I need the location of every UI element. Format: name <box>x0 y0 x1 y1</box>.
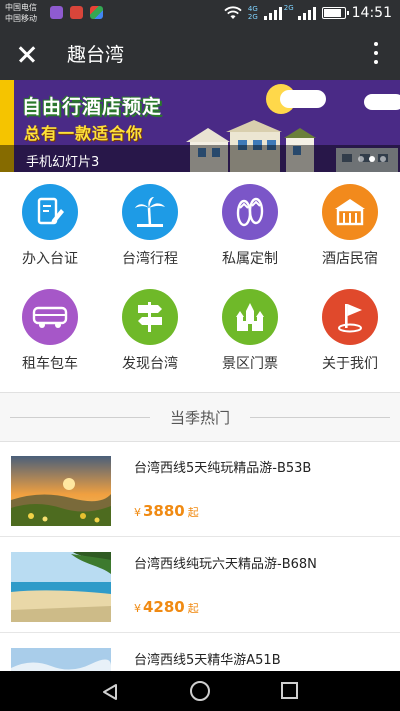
menu-item-car-rental[interactable]: 租车包车 <box>0 277 100 381</box>
category-grid: 办入台证 台湾行程 私属定制 酒店民宿 租车包车 发现台湾 景区门票 关于我们 <box>0 172 400 392</box>
menu-item-label: 台湾行程 <box>122 251 178 267</box>
price-value: 4280 <box>143 598 185 616</box>
price-currency: ¥ <box>134 602 141 615</box>
carousel-dot-active[interactable] <box>369 156 375 162</box>
signal-icon-secondary <box>297 6 316 20</box>
carousel-dot[interactable] <box>358 156 364 162</box>
network-type-secondary: 2G <box>283 4 294 12</box>
clock: 14:51 <box>351 5 392 21</box>
menu-item-label: 租车包车 <box>22 356 78 372</box>
menu-item-label: 办入台证 <box>22 251 78 267</box>
menu-item-hotel[interactable]: 酒店民宿 <box>300 172 400 276</box>
notification-icons <box>50 6 103 19</box>
palm-tree-icon <box>122 184 178 240</box>
back-icon[interactable] <box>100 682 120 702</box>
divider <box>250 417 390 418</box>
menu-item-label: 发现台湾 <box>122 356 178 372</box>
menu-item-label: 酒店民宿 <box>322 251 378 267</box>
carrier-info: 中国电信 中国移动 <box>5 2 37 24</box>
notification-app-icon <box>70 6 83 19</box>
bus-icon <box>22 289 78 345</box>
carousel-dots[interactable] <box>358 156 386 162</box>
price-suffix: 起 <box>187 602 199 615</box>
castle-icon <box>222 289 278 345</box>
network-type: 4G 2G <box>248 5 258 21</box>
cloud-icon <box>280 90 326 108</box>
page-title: 趣台湾 <box>67 44 125 66</box>
system-nav-bar <box>0 671 400 711</box>
cloud-icon <box>364 94 400 110</box>
notification-app-icon <box>90 6 103 19</box>
carousel-dot[interactable] <box>380 156 386 162</box>
banner-caption-bar: 手机幻灯片3 <box>0 145 400 172</box>
product-thumbnail <box>11 456 111 526</box>
product-title: 台湾西线纯玩六天精品游-B68N <box>134 557 317 572</box>
status-right: 4G 2G 2G 14:51 <box>224 4 392 22</box>
battery-icon <box>321 7 349 19</box>
wifi-icon <box>224 6 242 19</box>
carrier-1: 中国电信 <box>5 3 37 12</box>
signpost-icon <box>122 289 178 345</box>
banner-headline: 自由行酒店预定 <box>22 96 163 118</box>
home-icon[interactable] <box>190 681 210 701</box>
menu-item-tickets[interactable]: 景区门票 <box>200 277 300 381</box>
product-thumbnail <box>11 552 111 622</box>
product-title: 台湾西线5天纯玩精品游-B53B <box>134 461 312 476</box>
status-bar: 中国电信 中国移动 4G 2G 2G 14:51 <box>0 0 400 26</box>
more-options-icon[interactable] <box>366 39 386 67</box>
menu-item-custom[interactable]: 私属定制 <box>200 172 300 276</box>
menu-item-label: 景区门票 <box>222 356 278 372</box>
network-type-top: 4G <box>247 5 258 13</box>
menu-item-discover[interactable]: 发现台湾 <box>100 277 200 381</box>
recent-apps-icon[interactable] <box>281 682 298 699</box>
price-value: 3880 <box>143 502 185 520</box>
menu-item-about[interactable]: 关于我们 <box>300 277 400 381</box>
product-price: ¥3880 起 <box>134 502 199 520</box>
banner-subline: 总有一款适合你 <box>24 124 144 143</box>
product-item[interactable]: 台湾西线5天纯玩精品游-B53B ¥3880 起 <box>0 442 400 537</box>
price-suffix: 起 <box>187 506 199 519</box>
network-type-bottom: 2G <box>247 13 258 21</box>
product-title: 台湾西线5天精华游A51B <box>134 653 281 668</box>
title-bar: 趣台湾 <box>0 26 400 80</box>
hotel-icon <box>322 184 378 240</box>
banner-carousel[interactable]: 自由行酒店预定 总有一款适合你 手机幻灯片3 <box>0 80 400 172</box>
menu-item-label: 关于我们 <box>322 356 378 372</box>
product-thumbnail <box>11 648 111 671</box>
product-item[interactable]: 台湾西线纯玩六天精品游-B68N ¥4280 起 <box>0 538 400 633</box>
menu-item-label: 私属定制 <box>222 251 278 267</box>
document-edit-icon <box>22 184 78 240</box>
menu-item-visa[interactable]: 办入台证 <box>0 172 100 276</box>
flip-flops-icon <box>222 184 278 240</box>
price-currency: ¥ <box>134 506 141 519</box>
product-list: 台湾西线5天纯玩精品游-B53B ¥3880 起 台湾西线纯玩六天精品游-B68N… <box>0 442 400 671</box>
flag-pin-icon <box>322 289 378 345</box>
product-item[interactable]: 台湾西线5天精华游A51B <box>0 634 400 671</box>
section-header: 当季热门 <box>0 392 400 442</box>
banner-caption: 手机幻灯片3 <box>26 155 100 170</box>
notification-app-icon <box>50 6 63 19</box>
signal-icon <box>263 6 282 20</box>
close-icon[interactable] <box>10 37 44 71</box>
product-price: ¥4280 起 <box>134 598 199 616</box>
menu-item-itinerary[interactable]: 台湾行程 <box>100 172 200 276</box>
carrier-2: 中国移动 <box>5 14 37 23</box>
